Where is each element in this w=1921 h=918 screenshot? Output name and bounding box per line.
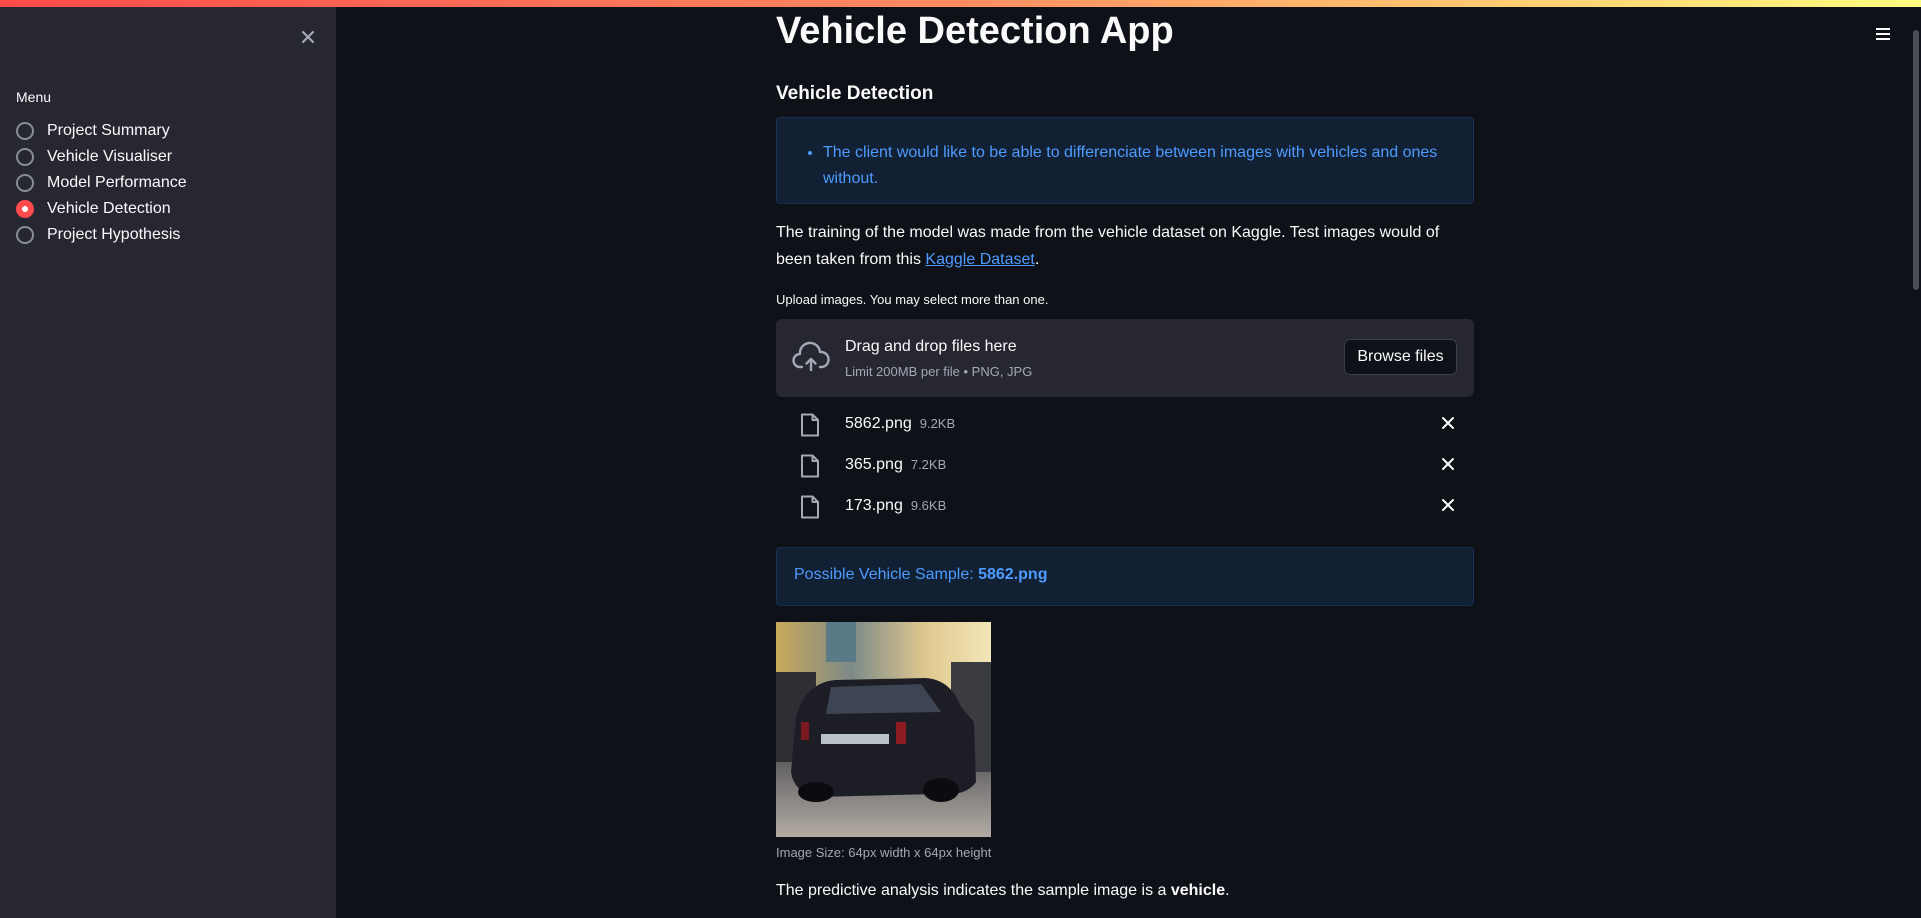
remove-file-icon[interactable] bbox=[1440, 415, 1456, 431]
prediction-text: The predictive analysis indicates the sa… bbox=[776, 882, 1230, 900]
menu-item-vehicle-visualiser[interactable]: Vehicle Visualiser bbox=[16, 144, 187, 170]
radio-button[interactable] bbox=[16, 226, 34, 244]
page-title: Vehicle Detection App bbox=[776, 10, 1174, 52]
browse-files-button[interactable]: Browse files bbox=[1344, 339, 1457, 375]
section-title: Vehicle Detection bbox=[776, 83, 934, 104]
close-icon bbox=[301, 30, 315, 44]
file-row: 365.png 7.2KB bbox=[776, 446, 1474, 487]
menu-item-model-performance[interactable]: Model Performance bbox=[16, 170, 187, 196]
info-bullet: The client would like to be able to diff… bbox=[823, 140, 1453, 192]
menu-item-label: Project Summary bbox=[47, 122, 170, 139]
file-row: 173.png 9.6KB bbox=[776, 487, 1474, 528]
file-size: 9.6KB bbox=[910, 498, 947, 513]
remove-file-icon[interactable] bbox=[1440, 497, 1456, 513]
file-size: 7.2KB bbox=[910, 457, 947, 472]
menu-item-vehicle-detection[interactable]: Vehicle Detection bbox=[16, 196, 187, 222]
menu-item-label: Vehicle Visualiser bbox=[47, 148, 173, 165]
info-alert: The client would like to be able to diff… bbox=[776, 117, 1474, 204]
prediction-prefix: The predictive analysis indicates the sa… bbox=[776, 882, 1171, 899]
radio-button-selected[interactable] bbox=[16, 200, 34, 218]
upload-label: Upload images. You may select more than … bbox=[776, 292, 1049, 307]
sample-vehicle-image bbox=[776, 622, 991, 837]
vehicle-photo bbox=[776, 622, 991, 837]
file-name-line: 173.png 9.6KB bbox=[845, 497, 946, 515]
radio-button[interactable] bbox=[16, 148, 34, 166]
file-row: 5862.png 9.2KB bbox=[776, 405, 1474, 446]
radio-button[interactable] bbox=[16, 122, 34, 140]
result-alert: Possible Vehicle Sample: 5862.png bbox=[776, 547, 1474, 606]
uploaded-file-list: 5862.png 9.2KB 365.png 7.2KB 173.png 9.6KB bbox=[776, 405, 1474, 528]
prediction-label: vehicle bbox=[1170, 882, 1226, 899]
description-text: The training of the model was made from … bbox=[776, 224, 1440, 268]
description-paragraph: The training of the model was made from … bbox=[776, 219, 1474, 273]
image-caption: Image Size: 64px width x 64px height bbox=[776, 845, 992, 860]
menu-label: Menu bbox=[16, 89, 52, 105]
file-size: 9.2KB bbox=[919, 416, 956, 431]
cloud-upload-icon bbox=[792, 341, 830, 372]
file-name: 5862.png bbox=[845, 415, 912, 432]
menu-item-label: Vehicle Detection bbox=[47, 200, 171, 217]
file-name-line: 5862.png 9.2KB bbox=[845, 415, 955, 433]
file-icon bbox=[801, 454, 819, 478]
hamburger-icon bbox=[1876, 28, 1890, 40]
menu-item-project-hypothesis[interactable]: Project Hypothesis bbox=[16, 222, 187, 248]
file-name: 365.png bbox=[845, 456, 903, 473]
menu-item-label: Model Performance bbox=[47, 174, 187, 191]
info-list: The client would like to be able to diff… bbox=[777, 118, 1473, 192]
result-prefix: Possible Vehicle Sample: bbox=[794, 566, 979, 583]
top-decoration-bar bbox=[0, 0, 1921, 7]
dropzone-subtitle: Limit 200MB per file • PNG, JPG bbox=[845, 364, 1033, 379]
sidebar: Menu Project Summary Vehicle Visualiser … bbox=[0, 7, 336, 918]
menu-item-project-summary[interactable]: Project Summary bbox=[16, 118, 187, 144]
main-menu-button[interactable] bbox=[1874, 26, 1892, 42]
dropzone-title: Drag and drop files here bbox=[845, 338, 1017, 355]
file-dropzone[interactable]: Drag and drop files here Limit 200MB per… bbox=[776, 319, 1474, 397]
file-icon bbox=[801, 413, 819, 437]
scrollbar-thumb[interactable] bbox=[1913, 30, 1919, 290]
menu-item-label: Project Hypothesis bbox=[47, 226, 181, 243]
sidebar-close-button[interactable] bbox=[298, 27, 318, 47]
radio-button[interactable] bbox=[16, 174, 34, 192]
result-filename: 5862.png bbox=[978, 566, 1048, 583]
remove-file-icon[interactable] bbox=[1440, 456, 1456, 472]
prediction-suffix: . bbox=[1225, 882, 1230, 899]
kaggle-dataset-link[interactable]: Kaggle Dataset bbox=[925, 251, 1034, 268]
file-name: 173.png bbox=[845, 497, 903, 514]
file-name-line: 365.png 7.2KB bbox=[845, 456, 946, 474]
file-icon bbox=[801, 495, 819, 519]
description-suffix: . bbox=[1034, 251, 1040, 268]
menu-radio-group: Project Summary Vehicle Visualiser Model… bbox=[16, 118, 187, 248]
